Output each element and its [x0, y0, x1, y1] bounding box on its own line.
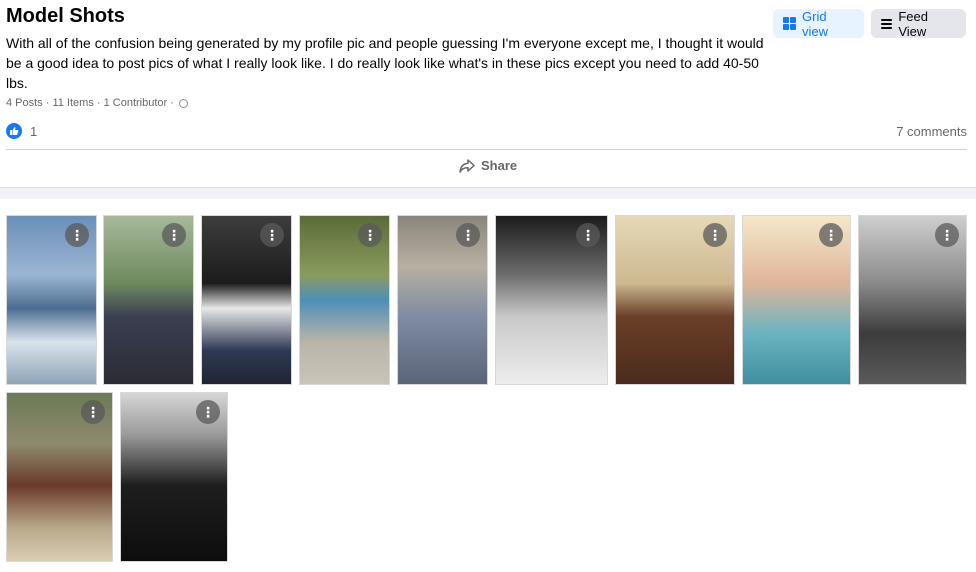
thumbs-up-icon[interactable]	[6, 123, 22, 139]
album-title: Model Shots	[6, 5, 125, 27]
more-dots-icon[interactable]: ⋮	[81, 400, 105, 424]
album-meta: 4 Posts · 11 Items · 1 Contributor ·	[6, 97, 188, 109]
photo-couple-color[interactable]: ⋮	[742, 215, 851, 385]
comments-link[interactable]: 7 comments	[896, 124, 967, 139]
photo-road[interactable]: ⋮	[299, 215, 390, 385]
more-dots-icon[interactable]: ⋮	[196, 400, 220, 424]
grid-view-label: Grid view	[802, 8, 829, 39]
more-dots-icon[interactable]: ⋮	[456, 223, 480, 247]
album-description: With all of the confusion being generate…	[6, 35, 764, 91]
photo-portrait-bw[interactable]: ⋮	[495, 215, 608, 385]
photo-fence[interactable]: ⋮	[103, 215, 194, 385]
more-dots-icon[interactable]: ⋮	[358, 223, 382, 247]
list-icon	[881, 18, 893, 29]
photo-leather-coat[interactable]: ⋮	[615, 215, 735, 385]
divider	[6, 149, 967, 150]
more-dots-icon[interactable]: ⋮	[65, 223, 89, 247]
more-dots-icon[interactable]: ⋮	[162, 223, 186, 247]
globe-icon	[178, 98, 188, 108]
share-arrow-icon	[459, 158, 475, 173]
more-dots-icon[interactable]: ⋮	[260, 223, 284, 247]
grid-view-button[interactable]: Grid view	[773, 8, 864, 39]
more-dots-icon[interactable]: ⋮	[935, 223, 959, 247]
share-label: Share	[481, 158, 518, 173]
album-header: Model Shots With all of the confusion be…	[0, 0, 976, 188]
more-dots-icon[interactable]: ⋮	[819, 223, 843, 247]
photo-suit-wall[interactable]: ⋮	[397, 215, 488, 385]
photo-beach[interactable]: ⋮	[6, 215, 97, 385]
like-count[interactable]: 1	[30, 124, 37, 139]
feed-view-button[interactable]: Feed View	[871, 8, 966, 39]
more-dots-icon[interactable]: ⋮	[576, 223, 600, 247]
album-meta-text: 4 Posts · 11 Items · 1 Contributor ·	[6, 97, 174, 109]
feed-view-label: Feed View	[898, 8, 928, 39]
photo-tuxedo[interactable]: ⋮	[120, 392, 228, 562]
more-dots-icon[interactable]: ⋮	[703, 223, 727, 247]
grid-icon	[783, 17, 796, 30]
photo-couple-bw[interactable]: ⋮	[858, 215, 967, 385]
photo-chainlink[interactable]: ⋮	[201, 215, 292, 385]
photo-woods[interactable]: ⋮	[6, 392, 113, 562]
share-button[interactable]: Share	[459, 158, 517, 173]
section-separator	[0, 187, 976, 199]
